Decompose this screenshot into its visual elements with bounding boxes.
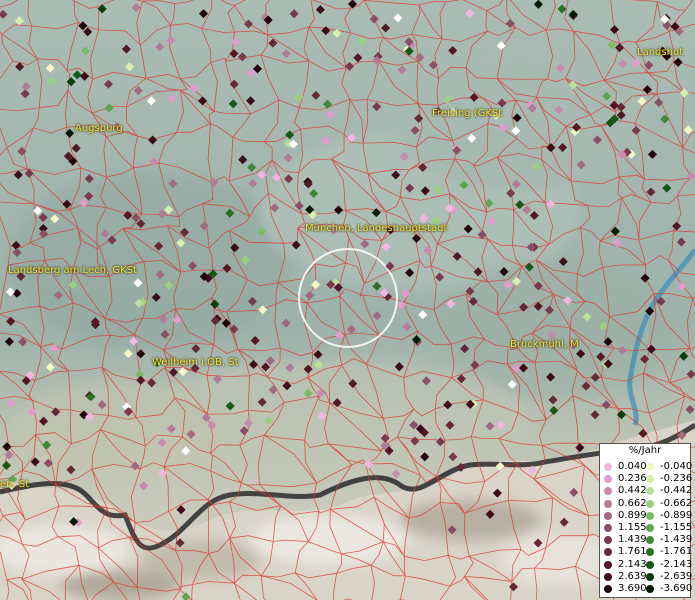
legend-swatch (604, 487, 612, 496)
legend-swatch (646, 499, 654, 508)
legend-value: 0.899 (618, 509, 647, 521)
legend-swatch (604, 536, 612, 545)
legend-swatch (604, 511, 612, 520)
legend-value: 0.662 (618, 497, 647, 509)
legend-swatch (646, 536, 654, 545)
legend-value: 2.143 (618, 558, 647, 570)
legend-swatch (604, 548, 612, 557)
legend-value: 0.236 (618, 473, 647, 485)
legend-value: 1.761 (618, 546, 647, 558)
legend-swatch (604, 524, 612, 532)
legend-swatch (604, 585, 612, 593)
legend-title: %/Jahr (628, 445, 662, 456)
legend-value: -2.639 (660, 570, 693, 582)
city-label-landsberg: Landsberg am Lech, GKSt (8, 265, 137, 276)
legend-swatch (646, 524, 654, 532)
city-label-augsburg: Augsburg (75, 123, 123, 134)
city-label-landshut: Landshut (637, 47, 684, 58)
city-label-freising: Freising (GKSt (432, 108, 503, 119)
legend-value: -0.662 (660, 497, 693, 509)
legend-value: -0.899 (660, 509, 693, 521)
legend-value: 0.040 (618, 461, 647, 472)
legend-value: -0.236 (660, 473, 693, 485)
legend-swatch (646, 572, 654, 581)
legend-swatch (604, 572, 612, 581)
city-label-muenchen: München, Landeshauptstadt (305, 223, 448, 234)
legend-swatch (604, 475, 612, 484)
legend-value: -0.040 (660, 461, 693, 472)
legend-swatch (646, 511, 654, 520)
map-canvas[interactable] (0, 0, 695, 600)
city-label-bruckmuehl: Bruckmühl, M (510, 339, 579, 350)
legend-value: -2.143 (660, 558, 693, 570)
legend-value: -1.155 (660, 522, 693, 533)
legend-swatch (646, 487, 654, 496)
legend-value: 2.639 (618, 570, 647, 582)
legend-swatch (604, 499, 612, 508)
legend-swatch (646, 585, 654, 593)
legend: %/Jahr 0.040 0.236 0.442 0.662 0.899 1.155 1.4… (599, 443, 693, 598)
legend-swatch (604, 463, 612, 471)
city-label-partial: en, St (0, 479, 30, 490)
legend-value: -1.439 (660, 534, 693, 546)
legend-value: -1.761 (660, 546, 693, 558)
legend-value: 1.155 (618, 522, 647, 533)
legend-value: 3.690 (618, 583, 647, 594)
legend-swatch (646, 463, 654, 471)
city-label-weilheim: Weilheim i.OB, St (152, 357, 239, 368)
legend-swatch (604, 560, 612, 569)
legend-value: -0.442 (660, 485, 693, 497)
legend-value: -3.690 (660, 583, 693, 594)
legend-value: 1.439 (618, 534, 647, 546)
legend-swatch (646, 548, 654, 557)
legend-swatch (646, 560, 654, 569)
legend-swatch (646, 475, 654, 484)
legend-value: 0.442 (618, 485, 647, 497)
